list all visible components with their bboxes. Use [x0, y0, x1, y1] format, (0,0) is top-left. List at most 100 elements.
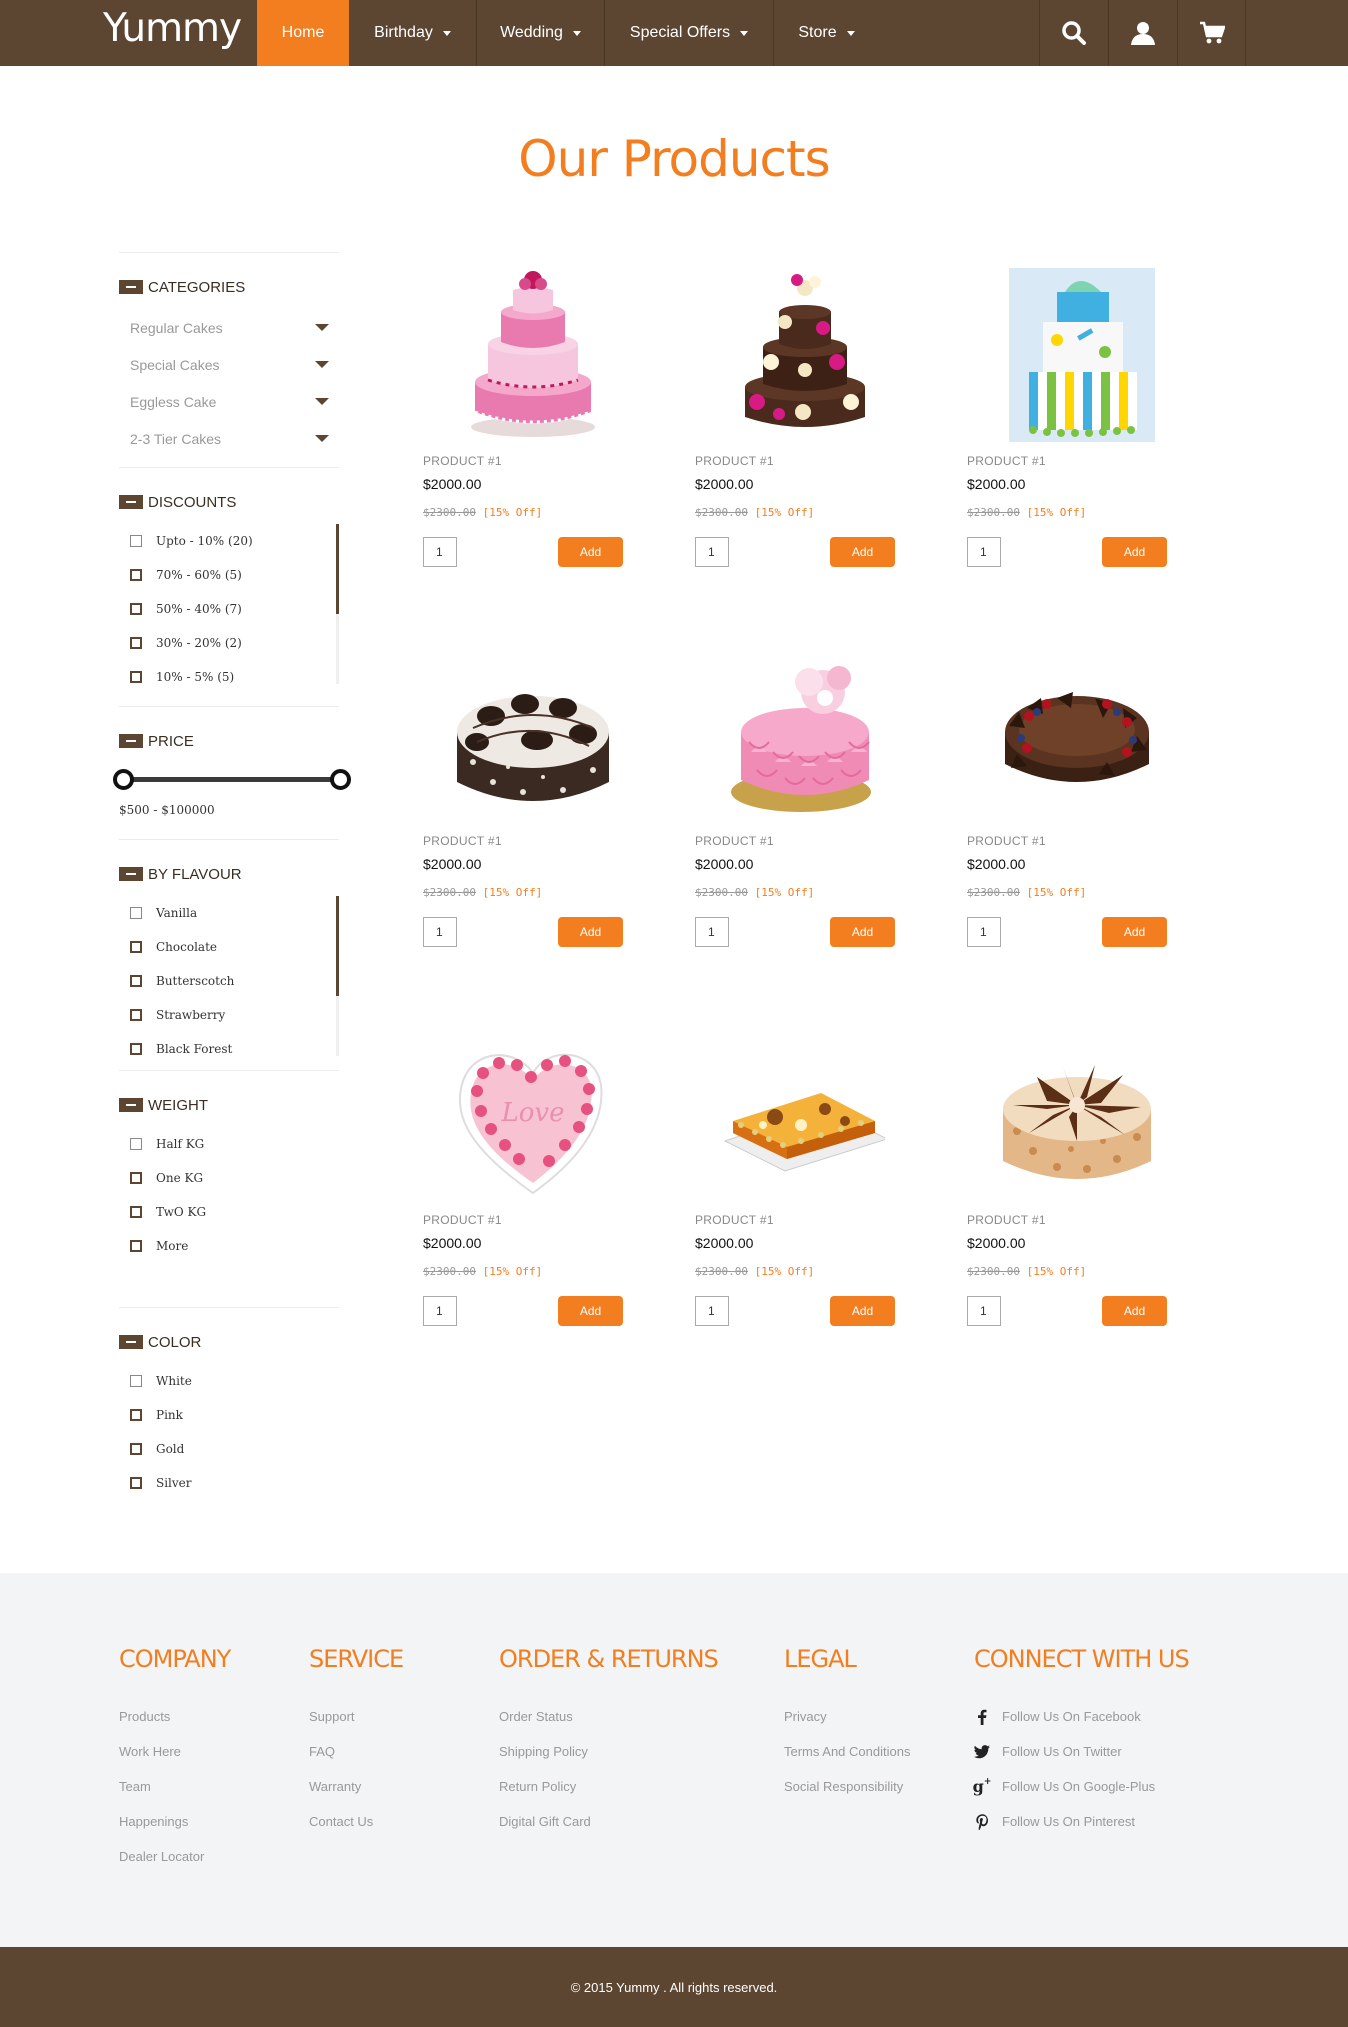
- categories-header[interactable]: CATEGORIES: [119, 277, 339, 297]
- flavour-option[interactable]: Butterscotch: [130, 964, 339, 998]
- category-item[interactable]: Regular Cakes: [119, 309, 339, 346]
- product-image[interactable]: [695, 1021, 895, 1201]
- social-link-facebook[interactable]: Follow Us On Facebook: [974, 1699, 1189, 1734]
- checkbox[interactable]: [130, 569, 142, 581]
- product-image[interactable]: [423, 262, 623, 442]
- cart-button[interactable]: [1177, 0, 1246, 66]
- checkbox[interactable]: [130, 975, 142, 987]
- scrollbar-thumb[interactable]: [336, 524, 339, 614]
- color-option[interactable]: Silver: [130, 1466, 339, 1500]
- weight-option[interactable]: More: [130, 1229, 339, 1263]
- scrollbar[interactable]: [336, 524, 339, 684]
- product-name[interactable]: PRODUCT #1: [695, 454, 895, 468]
- flavour-option[interactable]: Chocolate: [130, 930, 339, 964]
- category-item[interactable]: Special Cakes: [119, 346, 339, 383]
- footer-link[interactable]: Shipping Policy: [499, 1734, 718, 1769]
- checkbox[interactable]: [130, 907, 142, 919]
- social-link-google-plus[interactable]: g + Follow Us On Google-Plus: [973, 1769, 1189, 1804]
- footer-link[interactable]: Return Policy: [499, 1769, 718, 1804]
- footer-link[interactable]: Team: [119, 1769, 230, 1804]
- flavour-option[interactable]: Black Forest: [130, 1032, 339, 1066]
- search-button[interactable]: [1039, 0, 1108, 66]
- quantity-input[interactable]: 1: [695, 1296, 729, 1326]
- product-name[interactable]: PRODUCT #1: [695, 1213, 895, 1227]
- social-link-pinterest[interactable]: Follow Us On Pinterest: [974, 1804, 1189, 1839]
- checkbox[interactable]: [130, 637, 142, 649]
- checkbox[interactable]: [130, 1375, 142, 1387]
- checkbox[interactable]: [130, 1443, 142, 1455]
- product-name[interactable]: PRODUCT #1: [423, 1213, 623, 1227]
- product-image[interactable]: [695, 642, 895, 822]
- footer-link[interactable]: Contact Us: [309, 1804, 403, 1839]
- slider-min-handle[interactable]: [113, 769, 134, 790]
- site-logo[interactable]: Yummy: [103, 6, 242, 51]
- quantity-input[interactable]: 1: [967, 917, 1001, 947]
- checkbox[interactable]: [130, 603, 142, 615]
- quantity-input[interactable]: 1: [423, 1296, 457, 1326]
- discount-option[interactable]: Upto - 10% (20): [130, 524, 339, 558]
- footer-link[interactable]: Support: [309, 1699, 403, 1734]
- scrollbar-thumb[interactable]: [336, 896, 339, 996]
- nav-item-store[interactable]: Store: [774, 0, 879, 66]
- footer-link[interactable]: FAQ: [309, 1734, 403, 1769]
- checkbox[interactable]: [130, 1043, 142, 1055]
- product-name[interactable]: PRODUCT #1: [423, 454, 623, 468]
- product-name[interactable]: PRODUCT #1: [695, 834, 895, 848]
- footer-link[interactable]: Digital Gift Card: [499, 1804, 718, 1839]
- color-option[interactable]: Gold: [130, 1432, 339, 1466]
- quantity-input[interactable]: 1: [695, 537, 729, 567]
- price-slider[interactable]: [113, 763, 351, 803]
- flavour-option[interactable]: Vanilla: [130, 896, 339, 930]
- checkbox[interactable]: [130, 1409, 142, 1421]
- checkbox[interactable]: [130, 1206, 142, 1218]
- footer-link[interactable]: Dealer Locator: [119, 1839, 230, 1874]
- checkbox[interactable]: [130, 941, 142, 953]
- account-button[interactable]: [1108, 0, 1177, 66]
- nav-item-wedding[interactable]: Wedding: [477, 0, 605, 66]
- footer-link[interactable]: Order Status: [499, 1699, 718, 1734]
- add-to-cart-button[interactable]: Add: [830, 537, 895, 567]
- add-to-cart-button[interactable]: Add: [1102, 1296, 1167, 1326]
- checkbox[interactable]: [130, 1009, 142, 1021]
- checkbox[interactable]: [130, 535, 142, 547]
- flavour-header[interactable]: BY FLAVOUR: [119, 864, 339, 884]
- weight-option[interactable]: TwO KG: [130, 1195, 339, 1229]
- add-to-cart-button[interactable]: Add: [558, 1296, 623, 1326]
- checkbox[interactable]: [130, 671, 142, 683]
- product-image[interactable]: [423, 642, 623, 822]
- product-name[interactable]: PRODUCT #1: [423, 834, 623, 848]
- discount-option[interactable]: 10% - 5% (5): [130, 660, 339, 694]
- flavour-option[interactable]: Strawberry: [130, 998, 339, 1032]
- footer-link[interactable]: Social Responsibility: [784, 1769, 910, 1804]
- product-image[interactable]: [967, 262, 1167, 442]
- product-image[interactable]: Love: [423, 1021, 623, 1201]
- add-to-cart-button[interactable]: Add: [830, 1296, 895, 1326]
- footer-link[interactable]: Products: [119, 1699, 230, 1734]
- product-name[interactable]: PRODUCT #1: [967, 1213, 1167, 1227]
- checkbox[interactable]: [130, 1138, 142, 1150]
- color-option[interactable]: White: [130, 1364, 339, 1398]
- quantity-input[interactable]: 1: [967, 1296, 1001, 1326]
- footer-link[interactable]: Work Here: [119, 1734, 230, 1769]
- product-image[interactable]: [967, 1021, 1167, 1201]
- product-image[interactable]: [967, 642, 1167, 822]
- quantity-input[interactable]: 1: [695, 917, 729, 947]
- price-header[interactable]: PRICE: [119, 731, 339, 751]
- nav-item-birthday[interactable]: Birthday: [349, 0, 477, 66]
- nav-item-special-offers[interactable]: Special Offers: [605, 0, 774, 66]
- add-to-cart-button[interactable]: Add: [830, 917, 895, 947]
- add-to-cart-button[interactable]: Add: [1102, 917, 1167, 947]
- slider-max-handle[interactable]: [330, 769, 351, 790]
- discount-option[interactable]: 70% - 60% (5): [130, 558, 339, 592]
- footer-link[interactable]: Warranty: [309, 1769, 403, 1804]
- quantity-input[interactable]: 1: [423, 917, 457, 947]
- quantity-input[interactable]: 1: [423, 537, 457, 567]
- color-header[interactable]: COLOR: [119, 1332, 339, 1352]
- product-name[interactable]: PRODUCT #1: [967, 834, 1167, 848]
- discounts-header[interactable]: DISCOUNTS: [119, 492, 339, 512]
- category-item[interactable]: 2-3 Tier Cakes: [119, 420, 339, 457]
- color-option[interactable]: Pink: [130, 1398, 339, 1432]
- nav-item-home[interactable]: Home: [257, 0, 349, 66]
- social-link-twitter[interactable]: Follow Us On Twitter: [974, 1734, 1189, 1769]
- add-to-cart-button[interactable]: Add: [558, 917, 623, 947]
